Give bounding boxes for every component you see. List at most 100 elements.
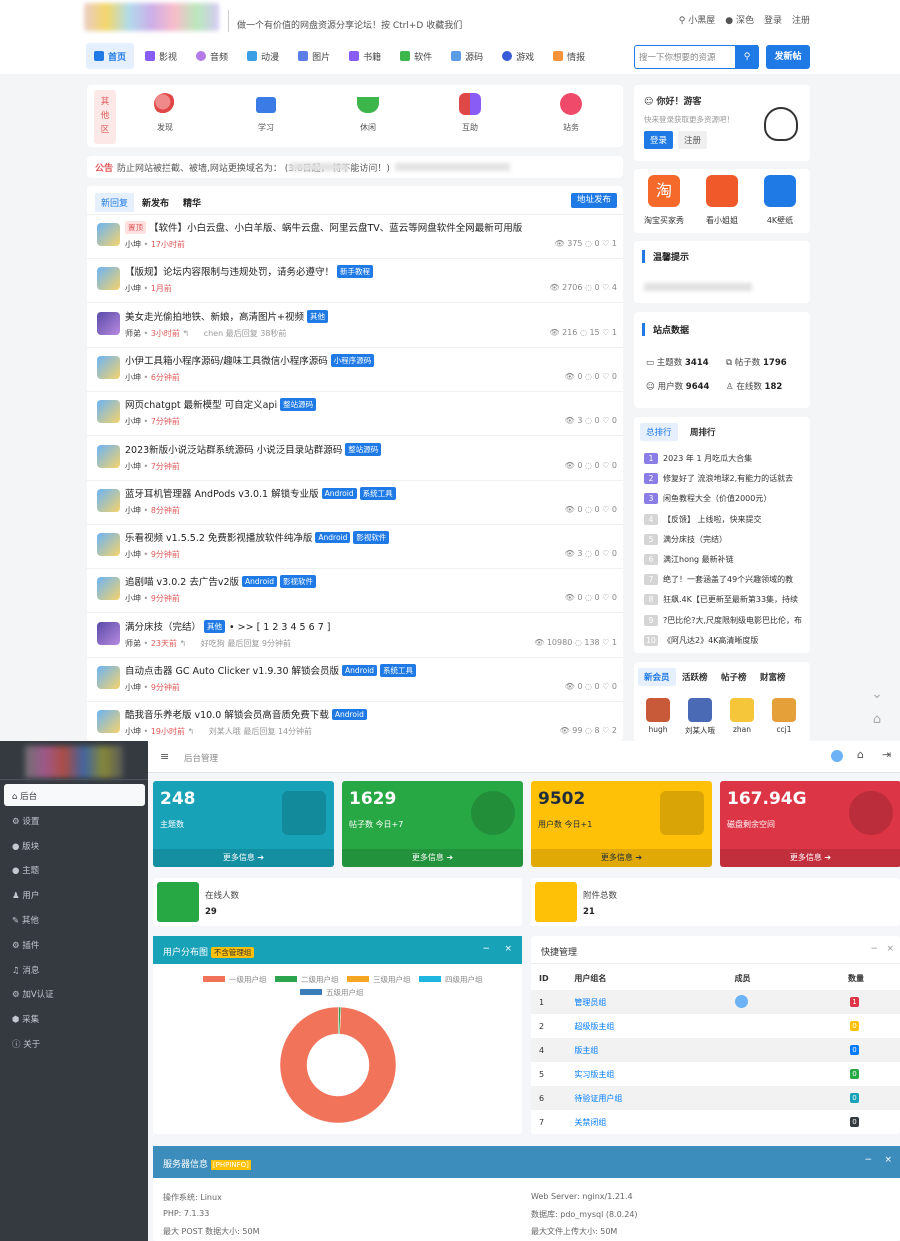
thread-title[interactable]: 追剧喵 v3.0.2 去广告v2版 Android 影视软件 [125, 574, 317, 589]
tab-post-rank[interactable]: 帖子榜 [715, 668, 753, 686]
thread-tag[interactable]: 新手教程 [337, 265, 374, 279]
avatar[interactable] [97, 621, 120, 645]
thread-author[interactable]: 师弟 [125, 639, 141, 648]
legend-label[interactable]: 三级用户组 [373, 974, 411, 984]
avatar[interactable] [97, 577, 120, 601]
thread-author[interactable]: 小坤 [125, 594, 141, 603]
thread-title[interactable]: 蓝牙耳机管理器 AndPods v3.0.1 解锁专业版 Android 系统工具 [125, 486, 396, 500]
group-name-link[interactable]: 版主组 [566, 1038, 654, 1062]
member-avatar[interactable] [772, 698, 796, 722]
legend-swatch[interactable] [275, 976, 297, 982]
login-link[interactable]: 登录 [764, 13, 782, 26]
home-float-icon[interactable]: ⌂ [866, 712, 888, 734]
search-button[interactable]: ⚲ [735, 45, 759, 69]
admin-menu-item[interactable]: ● 版块 [4, 834, 145, 856]
thread-tag[interactable]: 系统工具 [359, 486, 396, 500]
thread-tag[interactable]: 整站源码 [280, 398, 317, 412]
admin-menu-item[interactable]: ● 主题 [4, 858, 145, 880]
rank-item[interactable]: 4 【反馈】 上线啦，快来提交 [644, 513, 804, 525]
thread-title[interactable]: 【版规】论坛内容限制与违规处罚，请务必遵守！ 新手教程 [125, 264, 374, 279]
nav-audio[interactable]: 音频 [188, 43, 236, 69]
breadcrumb[interactable]: 后台管理 [184, 752, 218, 764]
pie-slice[interactable] [279, 1006, 397, 1124]
side-login-button[interactable]: 登录 [644, 131, 674, 149]
category-help[interactable]: 互助 [445, 93, 495, 133]
page-links[interactable]: • >> [ 1 2 3 4 5 6 7 ] [229, 622, 330, 633]
thread-title[interactable]: 酷我音乐养老版 v10.0 解锁会员高音质免费下载 Android [125, 707, 367, 721]
thread-tag[interactable]: Android [315, 532, 351, 544]
admin-menu-item[interactable]: ⚙ 插件 [4, 933, 145, 955]
thread-author[interactable]: 师弟 [125, 329, 141, 338]
address-post-button[interactable]: 地址发布 [571, 193, 617, 208]
admin-menu-item[interactable]: ⓘ 关于 [4, 1032, 145, 1054]
thread-author[interactable]: 小坤 [125, 284, 141, 293]
close-icon[interactable]: × [886, 944, 894, 954]
thread-row[interactable]: 【版规】论坛内容限制与违规处罚，请务必遵守！ 新手教程 小坤 • 1月前 👁 2706… [87, 259, 623, 304]
avatar[interactable] [97, 666, 120, 689]
category-leisure[interactable]: 休闲 [343, 93, 393, 133]
thread-author[interactable]: 小坤 [125, 240, 141, 249]
member-name[interactable]: hugh [638, 725, 678, 734]
collapse-icon[interactable]: − [482, 944, 490, 954]
thread-row[interactable]: 蓝牙耳机管理器 AndPods v3.0.1 解锁专业版 Android 系统工具小… [87, 481, 623, 525]
more-info-link[interactable]: 更多信息 ➔ [531, 849, 712, 867]
group-name-link[interactable]: 管理员组 [566, 990, 654, 1014]
avatar[interactable] [97, 488, 120, 512]
thread-author[interactable]: 小坤 [125, 417, 141, 426]
more-info-link[interactable]: 更多信息 ➔ [153, 849, 334, 867]
tab-featured[interactable]: 精华 [177, 193, 207, 212]
admin-menu-item[interactable]: ♫ 消息 [4, 958, 145, 980]
home-icon[interactable]: ⌂ [857, 748, 864, 761]
nav-anime[interactable]: 动漫 [239, 43, 287, 69]
nav-images[interactable]: 图片 [290, 43, 338, 69]
nav-home[interactable]: 首页 [86, 43, 135, 69]
legend-swatch[interactable] [347, 976, 369, 982]
category-site[interactable]: 站务 [546, 93, 596, 133]
rank-item[interactable]: 1 2023 年 1 月吃瓜大合集 [644, 453, 804, 464]
tab-weekly-rank[interactable]: 周排行 [684, 423, 722, 441]
group-name-link[interactable]: 超级版主组 [566, 1014, 654, 1038]
thread-row[interactable]: 酷我音乐养老版 v10.0 解锁会员高音质免费下载 Android 小坤 • 19小… [87, 702, 623, 747]
nav-software[interactable]: 软件 [392, 43, 440, 69]
category-discover[interactable]: 发现 [140, 93, 190, 133]
new-post-button[interactable]: 发新帖 [766, 45, 810, 69]
category-study[interactable]: 学习 [241, 93, 291, 133]
rank-item[interactable]: 5 满分床技（完结） [644, 533, 804, 545]
thread-row[interactable]: 网页chatgpt 最新模型 可自定义api 整站源码 小坤 • 7分钟前 👁 3 ◌… [87, 392, 623, 437]
logout-icon[interactable]: ⇥ [882, 748, 891, 761]
thread-title[interactable]: 小伊工具箱小程序源码/趣味工具微信小程序源码 小程序源码 [125, 353, 375, 367]
group-name-link[interactable]: 关禁闭组 [566, 1110, 654, 1134]
thread-title[interactable]: 置顶 【软件】小白云盘、小白羊版、蜗牛云盘、阿里云盘TV、蓝云等网盘软件全网最新可… [125, 220, 522, 234]
collapse-icon[interactable]: − [864, 1155, 872, 1165]
legend-label[interactable]: 五级用户组 [326, 987, 364, 997]
thread-tag[interactable]: Android [242, 576, 278, 588]
avatar[interactable] [97, 355, 120, 379]
thread-title[interactable]: 2023新版小说泛站群系统源码 小说泛目录站群源码 整站源码 [125, 442, 382, 456]
rank-item[interactable]: 7 绝了！一套涵盖了49个兴趣领域的教 [644, 574, 804, 586]
thread-author[interactable]: 小坤 [125, 550, 141, 559]
tab-total-rank[interactable]: 总排行 [640, 423, 678, 441]
admin-menu-item[interactable]: ⬢ 采集 [4, 1007, 145, 1029]
thread-row[interactable]: 追剧喵 v3.0.2 去广告v2版 Android 影视软件 小坤 • 9分钟前 👁 0… [87, 569, 623, 614]
avatar[interactable] [97, 533, 120, 557]
nav-books[interactable]: 书籍 [341, 43, 389, 69]
avatar[interactable] [97, 267, 120, 291]
thread-title[interactable]: 乐看视频 v1.5.5.2 免费影视播放软件纯净版 Android 影视软件 [125, 530, 390, 545]
thread-author[interactable]: 小坤 [125, 506, 141, 515]
thread-tag[interactable]: Android [342, 665, 378, 676]
girls-icon[interactable] [706, 175, 738, 207]
member-name[interactable]: 刘某人哦 [680, 725, 720, 736]
avatar[interactable] [97, 710, 120, 734]
side-register-button[interactable]: 注册 [678, 131, 708, 149]
app-label[interactable]: 看小姐姐 [700, 215, 744, 226]
tab-wealth[interactable]: 财富榜 [754, 668, 792, 686]
thread-tag[interactable]: 其他 [306, 309, 328, 323]
member-name[interactable]: ccj1 [764, 725, 804, 734]
thread-author[interactable]: 小坤 [125, 727, 141, 736]
thread-tag[interactable]: 小程序源码 [330, 353, 375, 367]
rank-item[interactable]: 10 《阿凡达2》4K高清晰度版 [644, 634, 804, 646]
thread-row[interactable]: 置顶 【软件】小白云盘、小白羊版、蜗牛云盘、阿里云盘TV、蓝云等网盘软件全网最新可… [87, 215, 623, 259]
rank-item[interactable]: 3 闲鱼教程大全（价值2000元） [644, 493, 804, 505]
thread-author[interactable]: 小坤 [125, 683, 141, 692]
nav-movies[interactable]: 影视 [137, 43, 185, 69]
